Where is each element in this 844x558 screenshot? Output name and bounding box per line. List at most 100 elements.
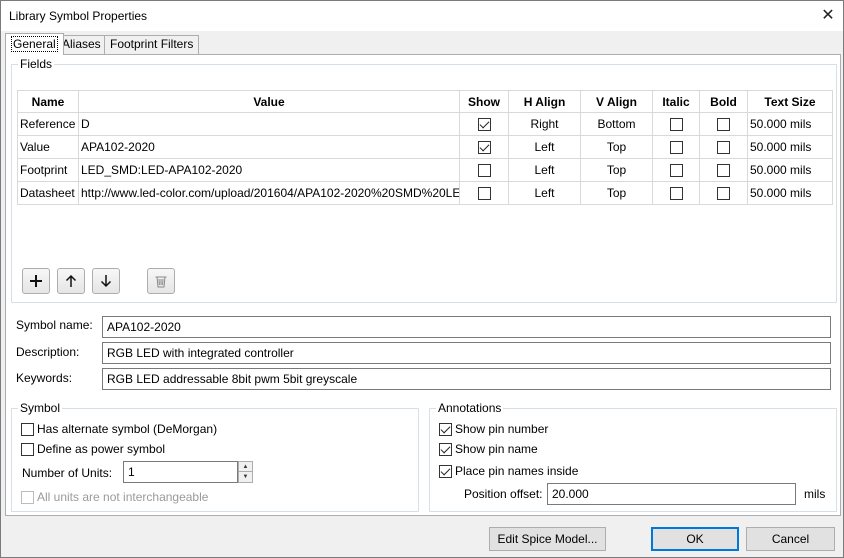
spin-down-icon[interactable]: ▼ [239,472,252,482]
column-header-value[interactable]: Value [78,90,460,113]
show-pin-name-label: Show pin name [455,442,538,456]
field-text-size-cell[interactable]: 50.000 mils [747,181,833,205]
description-input[interactable]: RGB LED with integrated controller [102,342,831,364]
column-header-bold[interactable]: Bold [699,90,748,113]
tab-general[interactable]: General [5,33,64,55]
column-header-text-size[interactable]: Text Size [747,90,833,113]
field-h-align-cell[interactable]: Left [508,158,581,182]
symbol-group: Symbol Has alternate symbol (DeMorgan) D… [11,401,419,512]
field-value-cell[interactable]: APA102-2020 [78,135,460,159]
description-label: Description: [16,345,80,359]
field-value-cell[interactable]: D [78,112,460,136]
italic-checkbox[interactable] [669,187,683,201]
window-title: Library Symbol Properties [9,9,148,23]
field-value-cell[interactable]: LED_SMD:LED-APA102-2020 [78,158,460,182]
field-show-cell[interactable] [459,135,509,159]
has-alternate-option[interactable]: Has alternate symbol (DeMorgan) [21,422,217,436]
field-value-cell[interactable]: http://www.led-color.com/upload/201604/A… [78,181,460,205]
field-text-size-cell[interactable]: 50.000 mils [747,135,833,159]
number-of-units-input[interactable]: 1 [123,461,238,483]
show-checkbox[interactable] [477,141,491,155]
field-bold-cell[interactable] [699,181,748,205]
show-checkbox[interactable] [477,118,491,132]
show-checkbox[interactable] [477,187,491,201]
field-show-cell[interactable] [459,158,509,182]
field-name-cell[interactable]: Datasheet [17,181,79,205]
cancel-button[interactable]: Cancel [746,527,835,551]
arrow-up-icon [65,274,77,287]
tab-general-label: General [11,36,58,52]
field-italic-cell[interactable] [652,181,700,205]
close-icon[interactable]: ✕ [813,1,843,31]
place-inside-label: Place pin names inside [455,464,579,478]
field-italic-cell[interactable] [652,112,700,136]
field-bold-cell[interactable] [699,112,748,136]
italic-checkbox[interactable] [669,118,683,132]
bold-checkbox[interactable] [717,164,730,178]
bold-checkbox[interactable] [717,118,730,132]
field-h-align-cell[interactable]: Left [508,181,581,205]
spin-up-icon[interactable]: ▲ [239,462,252,472]
edit-spice-model-button[interactable]: Edit Spice Model... [489,527,606,551]
has-alternate-label: Has alternate symbol (DeMorgan) [37,422,218,436]
move-down-button[interactable] [92,268,120,294]
field-v-align-cell[interactable]: Top [580,181,653,205]
column-header-name[interactable]: Name [17,90,79,113]
fields-legend: Fields [18,57,55,71]
show-pin-name-option[interactable]: Show pin name [439,442,538,456]
field-show-cell[interactable] [459,181,509,205]
position-offset-input[interactable]: 20.000 [547,483,796,505]
field-italic-cell[interactable] [652,135,700,159]
add-field-button[interactable] [22,268,50,294]
keywords-input[interactable]: RGB LED addressable 8bit pwm 5bit greysc… [102,368,831,390]
number-of-units-label: Number of Units: [22,466,113,480]
power-symbol-option[interactable]: Define as power symbol [21,442,165,456]
symbol-name-label: Symbol name: [16,318,93,332]
show-checkbox[interactable] [477,164,491,178]
italic-checkbox[interactable] [669,164,683,178]
field-bold-cell[interactable] [699,135,748,159]
show-pin-number-option[interactable]: Show pin number [439,422,548,436]
table-row: Value APA102-2020 Left Top 50.000 mils [17,135,833,159]
field-name-cell[interactable]: Value [17,135,79,159]
ok-button[interactable]: OK [651,527,739,551]
place-inside-checkbox[interactable] [439,464,452,478]
title-bar[interactable]: Library Symbol Properties ✕ [1,1,843,31]
field-italic-cell[interactable] [652,158,700,182]
column-header-h-align[interactable]: H Align [508,90,581,113]
field-text-size-cell[interactable]: 50.000 mils [747,112,833,136]
fields-header-row: Name Value Show H Align V Align Italic B… [17,90,833,113]
field-show-cell[interactable] [459,112,509,136]
move-up-button[interactable] [57,268,85,294]
fields-table: Name Value Show H Align V Align Italic B… [17,90,833,205]
has-alternate-checkbox[interactable] [21,422,34,436]
field-name-cell[interactable]: Reference [17,112,79,136]
field-h-align-cell[interactable]: Right [508,112,581,136]
bold-checkbox[interactable] [717,187,730,201]
field-h-align-cell[interactable]: Left [508,135,581,159]
delete-field-button[interactable] [147,268,175,294]
column-header-v-align[interactable]: V Align [580,90,653,113]
column-header-show[interactable]: Show [459,90,509,113]
bold-checkbox[interactable] [717,141,730,155]
dialog-window: Library Symbol Properties ✕ General Alia… [0,0,844,558]
show-pin-name-checkbox[interactable] [439,442,452,456]
column-header-italic[interactable]: Italic [652,90,700,113]
trash-icon [155,276,167,288]
field-v-align-cell[interactable]: Top [580,135,653,159]
field-name-cell[interactable]: Footprint [17,158,79,182]
tab-footprint-filters[interactable]: Footprint Filters [104,35,200,54]
units-spinner[interactable]: ▲ ▼ [238,461,253,483]
interchangeable-checkbox[interactable] [21,490,34,504]
field-bold-cell[interactable] [699,158,748,182]
power-symbol-checkbox[interactable] [21,442,34,456]
field-text-size-cell[interactable]: 50.000 mils [747,158,833,182]
symbol-name-input[interactable]: APA102-2020 [102,316,831,338]
place-inside-option[interactable]: Place pin names inside [439,464,578,478]
italic-checkbox[interactable] [669,141,683,155]
annotations-legend: Annotations [436,401,504,415]
field-v-align-cell[interactable]: Top [580,158,653,182]
interchangeable-option[interactable]: All units are not interchangeable [21,490,208,504]
field-v-align-cell[interactable]: Bottom [580,112,653,136]
show-pin-number-checkbox[interactable] [439,422,452,436]
